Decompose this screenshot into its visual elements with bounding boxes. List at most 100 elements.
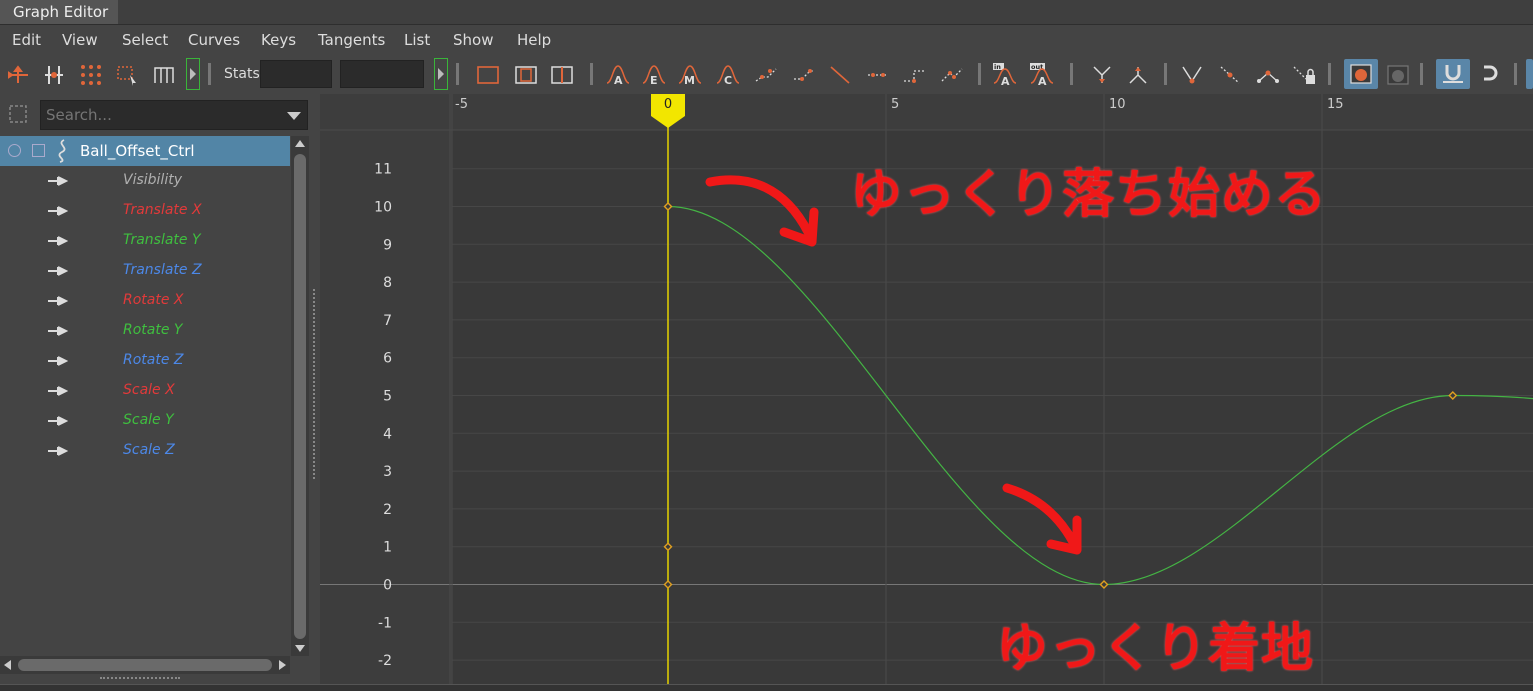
region-select-icon[interactable]: [116, 63, 140, 87]
lock-tangent-weight-icon[interactable]: [1218, 63, 1242, 87]
flat-tangent-icon[interactable]: [754, 63, 778, 87]
menu-help[interactable]: Help: [517, 31, 551, 49]
value-tick-label: 11: [374, 162, 392, 178]
menu-tangents[interactable]: Tangents: [318, 31, 385, 49]
outliner-panel: Ball_Offset_Ctrl Visibility Translate X Tr…: [0, 94, 310, 684]
annotation-bottom: ゆっくり着地: [996, 619, 1315, 679]
toolbar-separator: [1164, 63, 1167, 85]
unify-tangents-icon[interactable]: [940, 63, 964, 87]
post-infinity-icon[interactable]: out A: [1030, 63, 1054, 87]
stepped-next-icon[interactable]: [902, 63, 926, 87]
linear-segment-icon[interactable]: [828, 63, 852, 87]
spline-tangent-icon[interactable]: E: [642, 63, 666, 87]
panel-splitter[interactable]: [310, 94, 320, 684]
cut-off-toolbar-icon[interactable]: [1526, 59, 1533, 89]
time-snap-icon[interactable]: [1344, 59, 1378, 89]
plateau-tangent-icon[interactable]: [866, 63, 890, 87]
tangent-letter: C: [724, 74, 732, 87]
expand-toolbar-icon[interactable]: [434, 58, 448, 90]
pre-infinity-icon[interactable]: in A: [993, 63, 1017, 87]
time-tick-label: 10: [1109, 97, 1126, 112]
keyframe-marker: [1099, 580, 1109, 589]
channel-key-icon[interactable]: [48, 355, 68, 367]
channel-key-icon[interactable]: [48, 415, 68, 427]
menu-select[interactable]: Select: [122, 31, 168, 49]
weighted-tangents-icon[interactable]: [1256, 63, 1280, 87]
channel-key-icon[interactable]: [48, 175, 68, 187]
auto-tangent-icon[interactable]: A: [606, 63, 630, 87]
frame-playback-range-icon[interactable]: [550, 63, 574, 87]
resize-grip[interactable]: [100, 677, 180, 679]
value-snap-icon[interactable]: [1386, 63, 1410, 87]
outliner-node-row[interactable]: Ball_Offset_Ctrl: [0, 136, 290, 166]
menu-edit[interactable]: Edit: [12, 31, 41, 49]
channel-key-icon[interactable]: [48, 445, 68, 457]
collapse-icon[interactable]: [8, 144, 21, 157]
attribute-row[interactable]: Translate Y: [0, 226, 290, 256]
attribute-row[interactable]: Rotate Z: [0, 346, 290, 376]
tangent-letter: E: [650, 74, 658, 87]
attribute-row[interactable]: Rotate X: [0, 286, 290, 316]
unify-tangent-handles-icon[interactable]: [1126, 63, 1150, 87]
channel-key-icon[interactable]: [48, 205, 68, 217]
attribute-row[interactable]: Visibility: [0, 166, 290, 196]
step-tangent-icon[interactable]: [792, 63, 816, 87]
search-dropdown-icon[interactable]: [287, 112, 301, 120]
attribute-row[interactable]: Scale X: [0, 376, 290, 406]
value-tick-label: 8: [383, 275, 392, 291]
channel-key-icon[interactable]: [48, 235, 68, 247]
window-title[interactable]: Graph Editor: [0, 0, 118, 24]
expand-box-icon[interactable]: [32, 144, 45, 157]
channel-key-icon[interactable]: [48, 295, 68, 307]
scrollbar-thumb[interactable]: [294, 154, 306, 639]
filter-icon[interactable]: [8, 104, 28, 124]
attribute-row[interactable]: Scale Z: [0, 436, 290, 466]
break-tangents-icon[interactable]: [1090, 63, 1114, 87]
menu-show[interactable]: Show: [453, 31, 493, 49]
expand-toolbar-icon[interactable]: [186, 58, 200, 90]
key-marker: [663, 542, 673, 552]
lattice-deform-icon[interactable]: [79, 63, 103, 87]
attribute-row[interactable]: Scale Y: [0, 406, 290, 436]
channel-key-icon[interactable]: [48, 265, 68, 277]
linear-tangent-icon[interactable]: C: [716, 63, 740, 87]
channel-key-icon[interactable]: [48, 325, 68, 337]
magnet-snap-icon[interactable]: [1436, 59, 1470, 89]
scrollbar-thumb[interactable]: [18, 659, 272, 671]
attribute-row[interactable]: Rotate Y: [0, 316, 290, 346]
attribute-label: Translate Z: [123, 262, 202, 278]
toolbar-separator: [978, 63, 981, 85]
frame-selection-icon[interactable]: [514, 63, 538, 87]
menu-list[interactable]: List: [404, 31, 430, 49]
scroll-left-icon[interactable]: [4, 660, 11, 670]
outliner-vertical-scrollbar[interactable]: [291, 136, 309, 656]
key-marker: [663, 580, 673, 589]
menu-keys[interactable]: Keys: [261, 31, 296, 49]
scroll-right-icon[interactable]: [279, 660, 286, 670]
search-input[interactable]: [41, 101, 271, 129]
attribute-row[interactable]: Translate X: [0, 196, 290, 226]
clamped-tangent-icon[interactable]: M: [678, 63, 702, 87]
stats-value-field[interactable]: [340, 60, 424, 88]
outliner-horizontal-scrollbar[interactable]: [0, 656, 290, 674]
scroll-down-icon[interactable]: [295, 645, 305, 652]
value-tick-label: 9: [383, 237, 392, 253]
lock-key-icon[interactable]: [1292, 63, 1316, 87]
insert-key-icon[interactable]: [42, 63, 66, 87]
stats-time-field[interactable]: [260, 60, 332, 88]
menu-curves[interactable]: Curves: [188, 31, 240, 49]
current-frame-label: 0: [664, 97, 672, 112]
menu-view[interactable]: View: [62, 31, 98, 49]
value-tick-label: 0: [383, 578, 392, 594]
title-bar: Graph Editor: [0, 0, 1533, 24]
attribute-row[interactable]: Translate Z: [0, 256, 290, 286]
move-key-icon[interactable]: [6, 63, 30, 87]
scroll-up-icon[interactable]: [295, 140, 305, 147]
channel-key-icon[interactable]: [48, 385, 68, 397]
magnet-icon[interactable]: [1478, 63, 1502, 87]
retime-tool-icon[interactable]: [152, 63, 176, 87]
frame-all-icon[interactable]: [476, 63, 500, 87]
free-tangent-weight-icon[interactable]: [1180, 63, 1204, 87]
bottom-border: [0, 684, 1533, 691]
arrow-annotation-top: [705, 175, 819, 247]
